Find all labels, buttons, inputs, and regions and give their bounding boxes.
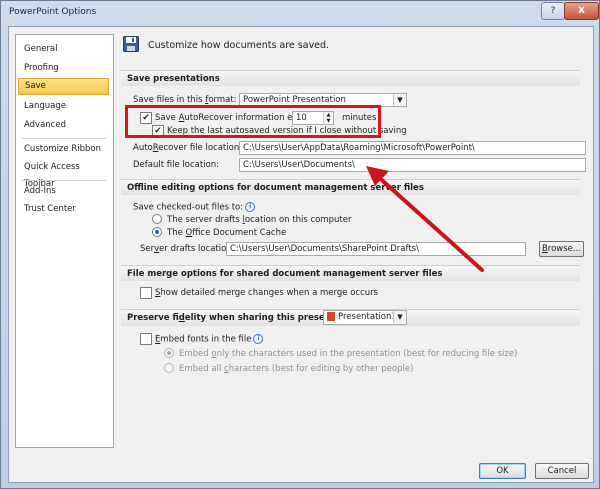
radio-server-drafts[interactable] xyxy=(152,214,162,224)
info-icon[interactable]: i xyxy=(253,334,264,344)
nav-item-customize-ribbon[interactable]: Customize Ribbon xyxy=(18,141,109,158)
keep-last-version-label: Keep the last autosaved version if I clo… xyxy=(167,126,407,136)
show-detailed-merge-label: Show detailed merge changes when a merge… xyxy=(155,288,379,298)
radio-embed-all[interactable] xyxy=(164,363,174,373)
section-file-merge: File merge options for shared document m… xyxy=(121,265,580,281)
section-offline-editing: Offline editing options for document man… xyxy=(121,179,580,195)
radio-embed-only-used-label: Embed only the characters used in the pr… xyxy=(179,349,518,359)
close-button[interactable]: X xyxy=(564,2,599,20)
save-format-value: PowerPoint Presentation xyxy=(243,95,346,105)
radio-embed-all-label: Embed all characters (best for editing b… xyxy=(179,364,414,374)
nav-item-language[interactable]: Language xyxy=(18,98,109,115)
keep-last-version-checkbox[interactable]: ✔ xyxy=(152,125,164,137)
help-button[interactable]: ? xyxy=(541,2,565,20)
minutes-value: 10 xyxy=(296,113,307,123)
radio-server-drafts-label: The server drafts location on this compu… xyxy=(167,215,352,225)
show-detailed-merge-checkbox[interactable] xyxy=(140,287,152,299)
floppy-disk-icon xyxy=(123,36,139,52)
save-format-dropdown[interactable]: PowerPoint Presentation ▼ xyxy=(239,93,407,107)
autorecover-label: Save AutoRecover information every xyxy=(155,113,312,123)
nav-item-general[interactable]: General xyxy=(18,41,109,58)
nav-item-add-ins[interactable]: Add-Ins xyxy=(18,183,109,200)
options-window: PowerPoint Options ? X General Proofing … xyxy=(0,0,600,489)
nav-item-quick-access-toolbar[interactable]: Quick Access Toolbar xyxy=(18,159,109,189)
embed-fonts-label: Embed fonts in the file i xyxy=(155,334,264,345)
minutes-label: minutes xyxy=(342,113,377,123)
server-drafts-label: Server drafts location: xyxy=(140,244,235,254)
autorecover-location-input[interactable]: C:\Users\User\AppData\Roaming\Microsoft\… xyxy=(239,141,586,155)
autorecover-checkbox[interactable]: ✔ xyxy=(140,112,152,124)
save-format-label: Save files in this format: xyxy=(133,95,237,105)
checked-out-label: Save checked-out files to: i xyxy=(133,202,256,213)
options-nav: General Proofing Save Language Advanced … xyxy=(15,34,114,448)
default-location-input[interactable]: C:\Users\User\Documents\ xyxy=(239,158,586,172)
default-location-label: Default file location: xyxy=(133,160,220,170)
presentation-value: Presentation1 xyxy=(338,312,397,322)
nav-divider xyxy=(22,138,106,139)
nav-item-save[interactable]: Save xyxy=(18,78,109,95)
presentation-dropdown[interactable]: Presentation1 ▼ xyxy=(323,310,407,325)
nav-item-advanced[interactable]: Advanced xyxy=(18,117,109,134)
title-bar[interactable]: PowerPoint Options ? X xyxy=(1,1,599,25)
chevron-down-icon: ▼ xyxy=(393,94,406,106)
section-save-presentations: Save presentations xyxy=(121,70,580,86)
radio-office-document-cache-label: The Office Document Cache xyxy=(167,228,287,238)
radio-embed-only-used[interactable] xyxy=(164,348,174,358)
powerpoint-file-icon xyxy=(327,312,335,321)
ok-button[interactable]: OK xyxy=(479,463,526,479)
nav-divider xyxy=(22,180,106,181)
cancel-button[interactable]: Cancel xyxy=(535,463,589,479)
dialog-client: General Proofing Save Language Advanced … xyxy=(8,26,594,483)
nav-item-proofing[interactable]: Proofing xyxy=(18,60,109,77)
window-title: PowerPoint Options xyxy=(9,7,97,17)
browse-button[interactable]: Browse... xyxy=(539,241,584,257)
autorecover-location-label: AutoRecover file location: xyxy=(133,143,243,153)
chevron-down-icon: ▼ xyxy=(393,311,406,323)
autorecover-minutes-stepper[interactable]: 10 ▲ ▼ xyxy=(292,111,334,125)
info-icon[interactable]: i xyxy=(245,202,256,212)
page-header: Customize how documents are saved. xyxy=(148,40,330,51)
embed-fonts-checkbox[interactable] xyxy=(140,333,152,345)
nav-item-trust-center[interactable]: Trust Center xyxy=(18,201,109,218)
spin-arrows-icon[interactable]: ▲ ▼ xyxy=(323,112,333,124)
radio-office-document-cache[interactable] xyxy=(152,227,162,237)
save-panel: Customize how documents are saved. Save … xyxy=(115,27,587,457)
server-drafts-input[interactable]: C:\Users\User\Documents\SharePoint Draft… xyxy=(226,242,526,256)
